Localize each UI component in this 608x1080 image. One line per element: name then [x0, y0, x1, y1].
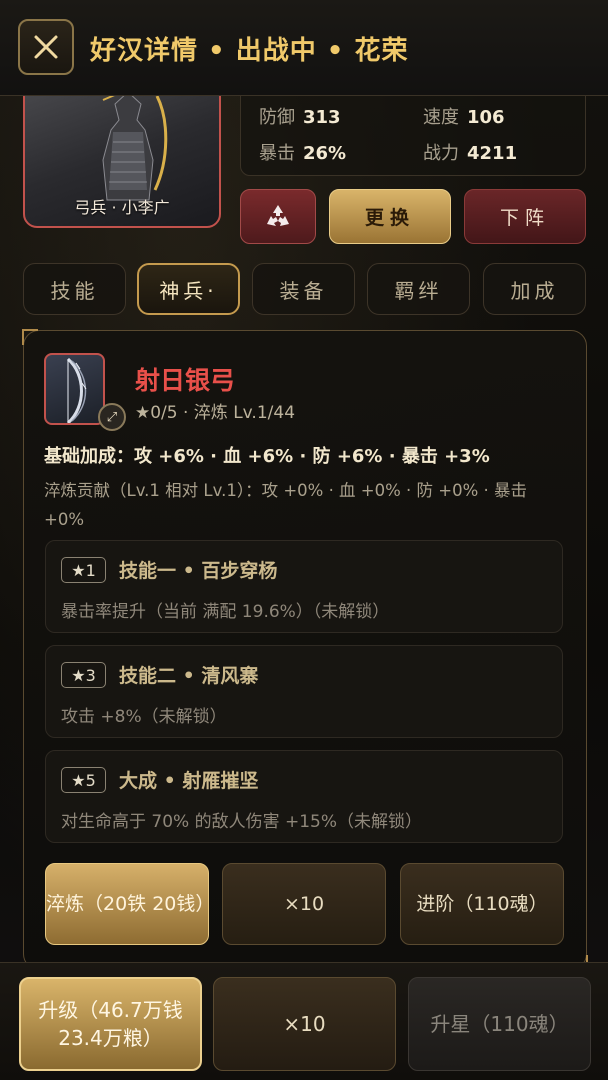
weapon-icon[interactable]	[44, 353, 105, 425]
hero-figure-image	[102, 91, 168, 201]
refine-contribution-text: 淬炼贡献（Lv.1 相对 Lv.1）：攻 +0% · 血 +0% · 防 +0%…	[44, 481, 528, 529]
dismiss-button[interactable]: 下阵	[464, 189, 586, 244]
stat-value: 26%	[303, 143, 347, 164]
skill-title: 技能二 • 清风寨	[119, 665, 259, 687]
weapon-star-refine-level: ★0/5 · 淬炼 Lv.1/44	[135, 403, 296, 423]
star-requirement-badge: ★5	[61, 767, 106, 793]
tab-skills[interactable]: 技能	[23, 263, 126, 315]
stat-power: 战力 4211	[423, 139, 517, 165]
upgrade-button[interactable]: 升级（46.7万钱 23.4万粮）	[19, 977, 202, 1071]
skill-card-3: ★5 大成 • 射雁摧坚 对生命高于 70% 的敌人伤害 +15%（未解锁）	[45, 750, 563, 843]
skill-card-1: ★1 技能一 • 百步穿杨 暴击率提升（当前 满配 19.6%）（未解锁）	[45, 540, 563, 633]
close-icon	[34, 35, 58, 59]
tab-bonus[interactable]: 加成	[483, 263, 586, 315]
skill-description: 暴击率提升（当前 满配 19.6%）（未解锁）	[61, 602, 390, 622]
stat-value: 313	[303, 107, 341, 128]
weapon-name: 射日银弓	[135, 366, 236, 395]
stat-label: 战力	[423, 143, 459, 164]
upgrade-x10-button[interactable]: ×10	[213, 977, 396, 1071]
top-header: 好汉详情 • 出战中 • 花荣	[0, 0, 608, 96]
refine-button[interactable]: 淬炼（20铁 20钱）	[45, 863, 214, 945]
advance-button[interactable]: 进阶（110魂）	[400, 863, 564, 945]
hero-class-label: 弓兵 · 小李广	[74, 198, 170, 217]
stat-value: 4211	[467, 143, 518, 164]
skill-card-2: ★3 技能二 • 清风寨 攻击 +8%（未解锁）	[45, 645, 563, 738]
skill-title: 技能一 • 百步穿杨	[119, 560, 278, 582]
refine-x10-button[interactable]: ×10	[222, 863, 386, 945]
skill-description: 攻击 +8%（未解锁）	[61, 707, 227, 727]
stat-label: 速度	[423, 107, 459, 128]
stat-label: 暴击	[259, 143, 295, 164]
stat-label: 防御	[259, 107, 295, 128]
recycle-icon	[267, 204, 289, 226]
stat-speed: 速度 106	[423, 103, 505, 129]
star-up-button[interactable]: 升星（110魂）	[408, 977, 591, 1071]
recycle-button[interactable]	[240, 189, 316, 244]
expand-icon[interactable]: ⤢	[98, 403, 126, 431]
panel-corner-ornament	[22, 329, 38, 345]
tab-equipment[interactable]: 装备	[252, 263, 355, 315]
tab-bonds[interactable]: 羁绊	[367, 263, 470, 315]
stat-value: 106	[467, 107, 505, 128]
star-requirement-badge: ★3	[61, 662, 106, 688]
stat-defense: 防御 313	[259, 103, 341, 129]
tab-divine-weapon[interactable]: 神兵·	[137, 263, 240, 315]
page-title: 好汉详情 • 出战中 • 花荣	[90, 36, 409, 66]
skill-title: 大成 • 射雁摧坚	[119, 770, 259, 792]
swap-button[interactable]: 更换	[329, 189, 451, 244]
base-bonus-text: 基础加成：攻 +6% · 血 +6% · 防 +6% · 暴击 +3%	[44, 446, 490, 467]
close-button[interactable]	[18, 19, 74, 75]
stat-crit: 暴击 26%	[259, 139, 346, 165]
hero-portrait-card[interactable]: 弓兵 · 小李广	[23, 80, 221, 228]
skill-description: 对生命高于 70% 的敌人伤害 +15%（未解锁）	[61, 812, 423, 832]
star-requirement-badge: ★1	[61, 557, 106, 583]
bow-icon	[66, 357, 87, 423]
